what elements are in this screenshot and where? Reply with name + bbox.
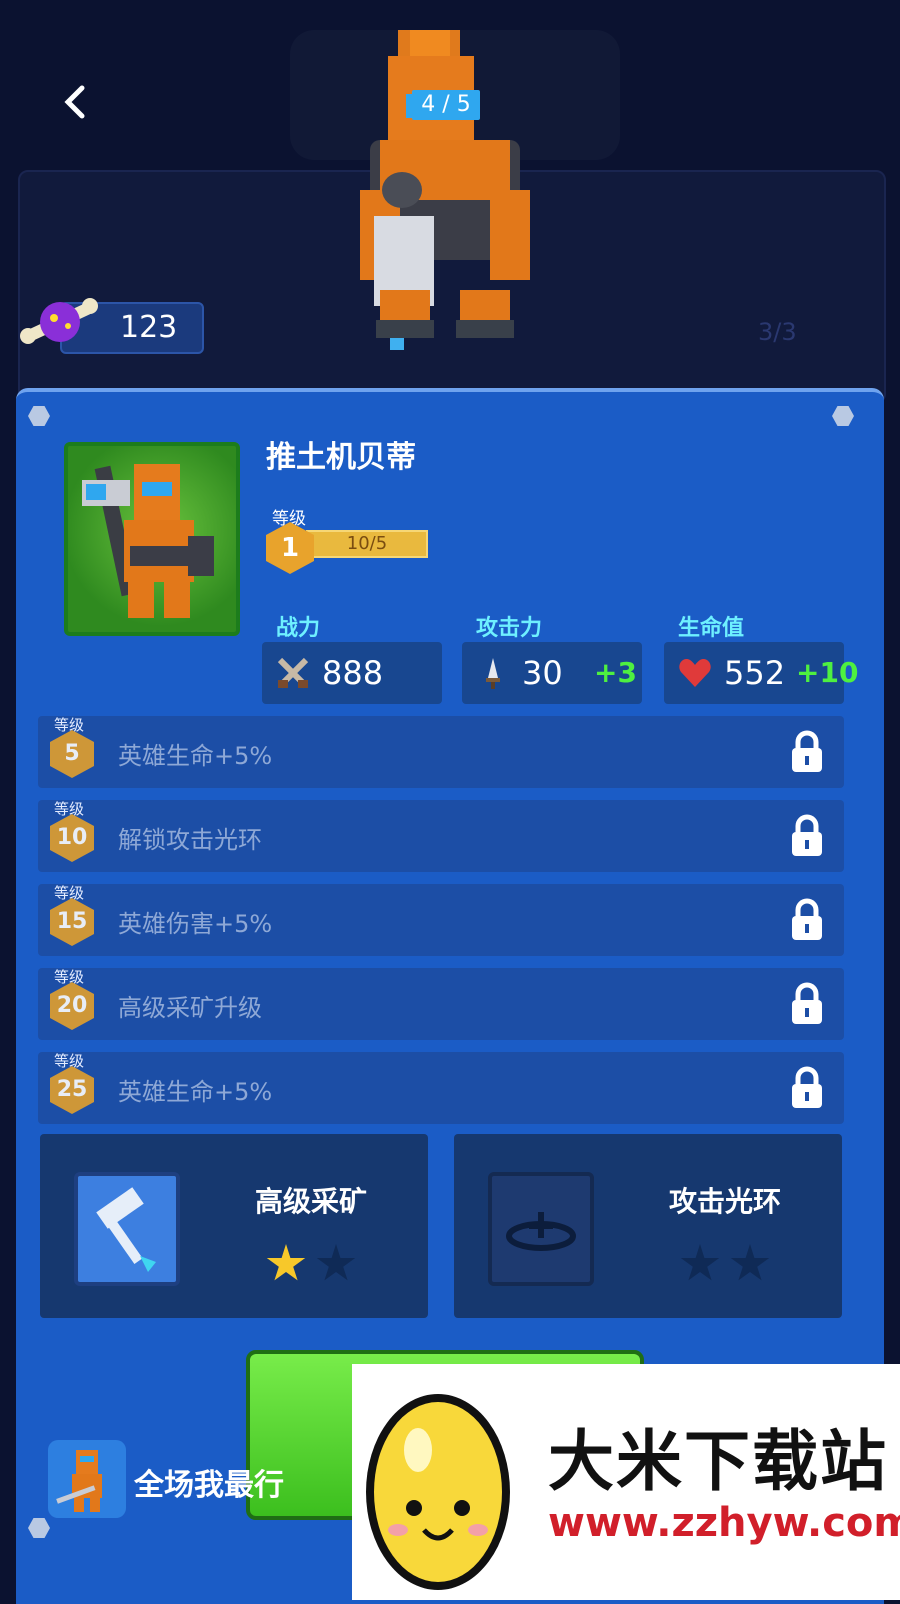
hp-stat: 552 +10 bbox=[664, 642, 858, 704]
hero-slogan: 全场我最行 bbox=[134, 1468, 284, 1503]
skill-name: 攻击光环 bbox=[668, 1185, 781, 1218]
attack-label: 攻击力 bbox=[476, 616, 543, 641]
attack-value: 30 bbox=[522, 654, 563, 692]
perk-level-badge: 15 bbox=[50, 898, 94, 946]
hp-bonus: +10 bbox=[796, 656, 859, 689]
hero-mini-avatar[interactable] bbox=[48, 1440, 126, 1518]
perk-level-badge: 5 bbox=[50, 730, 94, 778]
watermark-url: www.zzhyw.com bbox=[548, 1500, 900, 1546]
watermark: 大米下载站 www.zzhyw.com bbox=[352, 1364, 900, 1600]
skill-card-aura[interactable]: 攻击光环 bbox=[454, 1134, 842, 1318]
power-label: 战力 bbox=[276, 616, 321, 641]
skill-card-mining[interactable]: 高级采矿 bbox=[40, 1134, 428, 1318]
perk-row: 15 等级 英雄伤害+5% bbox=[38, 884, 844, 956]
perk-level-label: 等级 bbox=[54, 716, 85, 734]
hero-avatar-icon bbox=[82, 464, 214, 618]
perk-level-label: 等级 bbox=[54, 968, 85, 986]
perk-row: 10 等级 解锁攻击光环 bbox=[38, 800, 844, 872]
power-value: 888 bbox=[322, 654, 384, 692]
lock-icon bbox=[792, 1066, 822, 1108]
hp-value: 552 bbox=[724, 654, 786, 692]
candy-icon bbox=[20, 298, 98, 344]
chevron-left-icon bbox=[64, 85, 85, 119]
perk-row: 5 等级 英雄生命+5% bbox=[38, 716, 844, 788]
star-empty-icon bbox=[680, 1244, 720, 1281]
star-empty-icon bbox=[730, 1244, 770, 1281]
xp-progress-text: 10/5 bbox=[346, 533, 388, 554]
star-filled-icon bbox=[266, 1244, 306, 1281]
perk-level-badge: 25 bbox=[50, 1066, 94, 1114]
back-button[interactable] bbox=[58, 84, 94, 120]
perk-row: 25 等级 英雄生命+5% bbox=[38, 1052, 844, 1124]
hammer-icon bbox=[96, 1187, 156, 1272]
hero-name: 推土机贝蒂 bbox=[266, 440, 416, 475]
lock-icon bbox=[792, 898, 822, 940]
perk-level-label: 等级 bbox=[54, 800, 85, 818]
lock-icon bbox=[792, 730, 822, 772]
perk-level-label: 等级 bbox=[54, 884, 85, 902]
watermark-title: 大米下载站 bbox=[548, 1423, 888, 1500]
skill-name: 高级采矿 bbox=[254, 1185, 367, 1218]
attack-bonus: +3 bbox=[594, 656, 637, 689]
hero-portrait bbox=[64, 442, 240, 636]
perk-level-badge: 10 bbox=[50, 814, 94, 862]
perk-text: 英雄伤害+5% bbox=[118, 910, 273, 938]
perk-row: 20 等级 高级采矿升级 bbox=[38, 968, 844, 1040]
lock-icon bbox=[792, 814, 822, 856]
power-stat: 888 bbox=[262, 642, 442, 704]
attack-stat: 30 +3 bbox=[462, 642, 642, 704]
hero-avatar-icon bbox=[56, 1450, 102, 1512]
swords-icon bbox=[277, 657, 309, 689]
perk-level-label: 等级 bbox=[54, 1052, 85, 1070]
hp-label: 生命值 bbox=[678, 616, 745, 641]
heart-icon bbox=[679, 659, 711, 687]
hero-3d-model bbox=[360, 30, 530, 350]
perk-text: 高级采矿升级 bbox=[118, 994, 262, 1022]
perk-level-badge: 20 bbox=[50, 982, 94, 1030]
star-empty-icon bbox=[316, 1244, 356, 1281]
lock-icon bbox=[792, 982, 822, 1024]
dagger-icon bbox=[486, 658, 500, 689]
skill-icon-box bbox=[488, 1172, 594, 1286]
aura-icon bbox=[506, 1212, 576, 1251]
perk-text: 英雄生命+5% bbox=[118, 1078, 273, 1106]
egg-mascot-icon bbox=[366, 1394, 510, 1590]
faded-counter: 3/3 bbox=[758, 318, 797, 346]
skill-icon-box bbox=[74, 1172, 180, 1286]
perk-text: 解锁攻击光环 bbox=[118, 826, 262, 854]
hero-index-counter: 4 / 5 bbox=[412, 90, 480, 120]
perk-text: 英雄生命+5% bbox=[118, 742, 273, 770]
